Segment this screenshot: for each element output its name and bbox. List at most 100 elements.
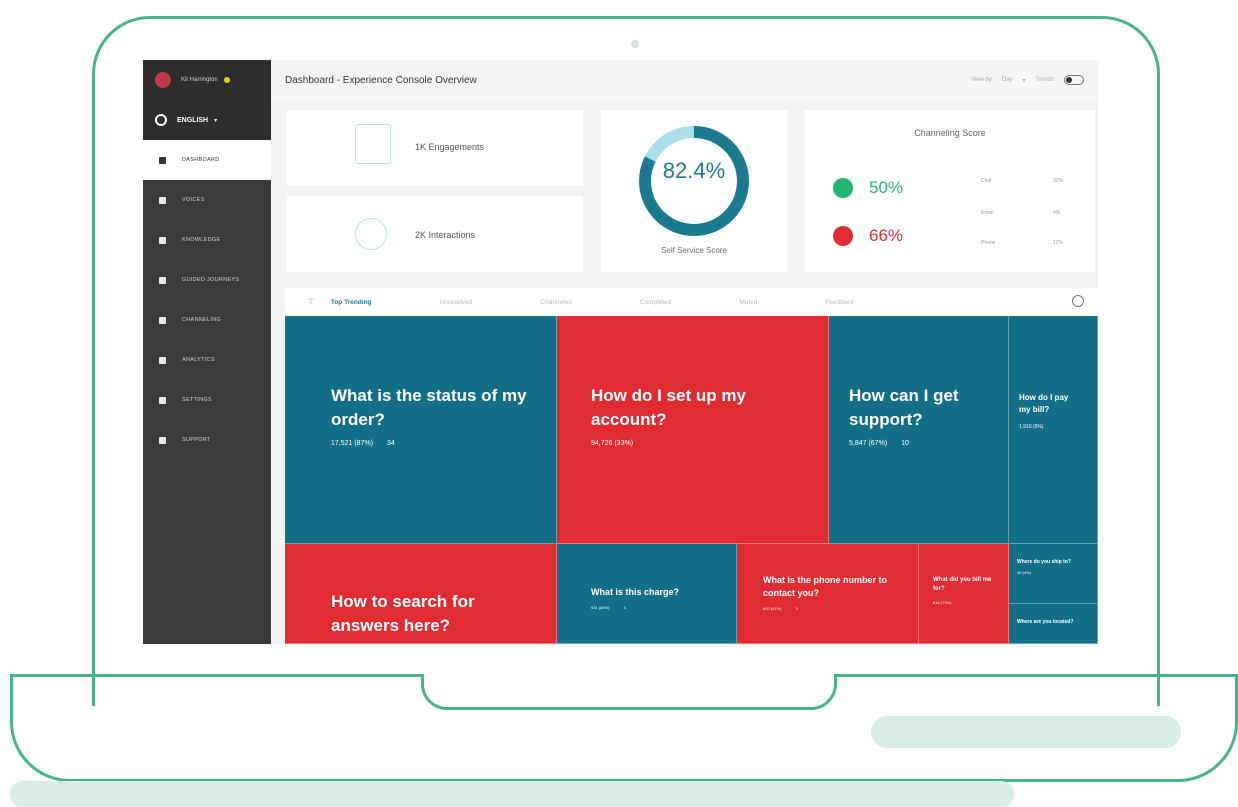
tile-extra: 3 <box>795 606 798 611</box>
interactions-text: 2K Interactions <box>415 230 476 240</box>
tile-views: 614 (73%) <box>933 600 952 605</box>
tab-unresolved[interactable]: Unresolved <box>440 299 473 306</box>
tile-question: What is the status of my order? <box>331 386 527 429</box>
treemap-tile[interactable]: How to search for answers here? <box>285 544 557 644</box>
bulb-icon <box>159 276 166 284</box>
chat-icon <box>355 218 387 250</box>
sidebar-item-support[interactable]: SUPPORT <box>143 420 271 460</box>
sidebar-item-knowledge[interactable]: KNOWLEDGE <box>143 220 271 260</box>
gear-icon[interactable] <box>1072 295 1084 307</box>
sidebar-item-dashboard[interactable]: DASHBOARD <box>143 140 271 180</box>
chevron-down-icon: ▾ <box>214 117 218 124</box>
home-icon <box>159 156 166 164</box>
sidebar-item-label: GUIDED JOURNEYS <box>182 277 240 283</box>
trends-toggle[interactable] <box>1064 75 1084 85</box>
tile-question: How do I pay my bill? <box>1019 393 1069 414</box>
engagements-card: 1K Engagements <box>287 110 583 186</box>
trends-label: Trends <box>1035 77 1054 83</box>
user-profile[interactable]: Kit Harrington <box>143 60 271 100</box>
gear-icon <box>159 396 166 404</box>
fork-icon <box>159 316 166 324</box>
tile-question: How can I get support? <box>849 386 959 429</box>
tab-channeled[interactable]: Channeled <box>540 299 571 306</box>
base-edge <box>10 674 424 677</box>
laptop-notch <box>421 674 837 710</box>
tile-views: 5,847 (67%) <box>849 440 888 447</box>
tile-extra: 10 <box>901 440 909 447</box>
tab-muted[interactable]: Muted <box>739 299 757 306</box>
tile-question: How to search for answers here? <box>331 592 475 635</box>
megaphone-icon <box>159 196 166 204</box>
treemap-tile[interactable]: What is the phone number to contact you?… <box>737 544 919 644</box>
sidebar-item-label: VOICES <box>182 197 205 203</box>
channeling-card: Channeling Score 50% 66% Chat 32% Email … <box>805 110 1095 272</box>
list-icon <box>355 124 391 164</box>
decorative-pill <box>871 716 1181 748</box>
channel-label: Email <box>981 210 994 216</box>
sidebar-item-label: CHANNELING <box>182 317 222 323</box>
sidebar-item-label: ANALYTICS <box>182 357 215 363</box>
treemap-tile[interactable]: How do I pay my bill? 1,910 (6%) <box>1009 316 1098 544</box>
engagements-text: 1K Engagements <box>415 142 485 152</box>
tile-views: 931 (84%) <box>591 605 610 610</box>
camera-icon <box>631 40 639 48</box>
tab-top-trending[interactable]: Top Trending <box>331 299 372 306</box>
support-icon <box>159 436 166 444</box>
tile-views: 17,521 (87%) <box>331 440 374 447</box>
tile-extra: 4 <box>623 605 626 610</box>
filter-icon[interactable]: ⊤ <box>307 297 315 308</box>
treemap-tile[interactable]: How do I set up my account? 94,726 (33%) <box>557 316 829 544</box>
page-title: Dashboard - Experience Console Overview <box>285 74 477 86</box>
sidebar-item-label: KNOWLEDGE <box>182 237 221 243</box>
sidebar-item-analytics[interactable]: ANALYTICS <box>143 340 271 380</box>
treemap-tile[interactable]: Where are you located? <box>1009 604 1098 644</box>
tab-feedback[interactable]: Feedback <box>825 299 854 306</box>
interactions-card: 2K Interactions <box>287 196 583 272</box>
sidebar-item-channeling[interactable]: CHANNELING <box>143 300 271 340</box>
sidebar-item-label: SETTINGS <box>182 397 212 403</box>
top-bar-controls: View by Day ▾ Trends <box>971 75 1084 85</box>
tile-extra: 34 <box>387 440 395 447</box>
channel-label: Chat <box>981 178 992 184</box>
tile-question: Where do you ship to? <box>1017 559 1071 565</box>
range-select[interactable]: Day <box>1002 77 1013 83</box>
tile-views: 603 (61%) <box>763 606 782 611</box>
treemap-tile[interactable]: What is this charge? 931 (84%) 4 <box>557 544 737 644</box>
decorative-pill <box>10 781 1014 807</box>
sidebar-item-voices[interactable]: VOICES <box>143 180 271 220</box>
sidebar-item-label: DASHBOARD <box>182 157 220 163</box>
treemap-tile[interactable]: How can I get support? 5,847 (67%) 10 <box>829 316 1009 544</box>
app-screen: Kit Harrington ENGLISH ▾ DASHBOARD VOICE… <box>143 60 1098 644</box>
self-service-value: 82.4% <box>662 158 726 183</box>
base-edge <box>834 674 1238 677</box>
channeling-bottom-pct: 66% <box>869 226 904 245</box>
tab-completed[interactable]: Completed <box>640 299 671 306</box>
sidebar-item-guided-journeys[interactable]: GUIDED JOURNEYS <box>143 260 271 300</box>
user-name: Kit Harrington <box>181 77 218 83</box>
language-selector[interactable]: ENGLISH ▾ <box>143 100 271 140</box>
globe-icon <box>155 114 167 126</box>
tile-question: What is this charge? <box>591 587 680 597</box>
channel-value: 4% <box>1053 210 1061 216</box>
treemap-tile[interactable]: What is the status of my order? 17,521 (… <box>285 316 557 544</box>
top-bar: Dashboard - Experience Console Overview … <box>271 60 1098 100</box>
sidebar: Kit Harrington ENGLISH ▾ DASHBOARD VOICE… <box>143 60 271 644</box>
tile-question: What did you bill me for? <box>933 577 992 592</box>
channel-value: 12% <box>1053 240 1064 246</box>
fork-icon <box>833 226 853 246</box>
tile-views: 1,910 (6%) <box>1019 424 1044 430</box>
pie-icon <box>159 356 166 364</box>
tile-views: 94,726 (33%) <box>591 440 634 447</box>
self-service-label: Self Service Score <box>661 246 727 255</box>
language-label: ENGLISH <box>177 116 209 124</box>
channel-label: Phone <box>981 240 996 246</box>
bell-icon[interactable] <box>223 77 230 83</box>
fork-icon <box>833 178 853 198</box>
channeling-top-pct: 50% <box>869 178 904 197</box>
tile-question: Where are you located? <box>1017 619 1074 625</box>
treemap-tile[interactable]: What did you bill me for? 614 (73%) <box>919 544 1009 644</box>
treemap-tile[interactable]: Where do you ship to? 49 (4%) <box>1009 544 1098 604</box>
sidebar-item-settings[interactable]: SETTINGS <box>143 380 271 420</box>
sidebar-item-label: SUPPORT <box>182 437 211 443</box>
chevron-down-icon: ▾ <box>1022 77 1026 84</box>
